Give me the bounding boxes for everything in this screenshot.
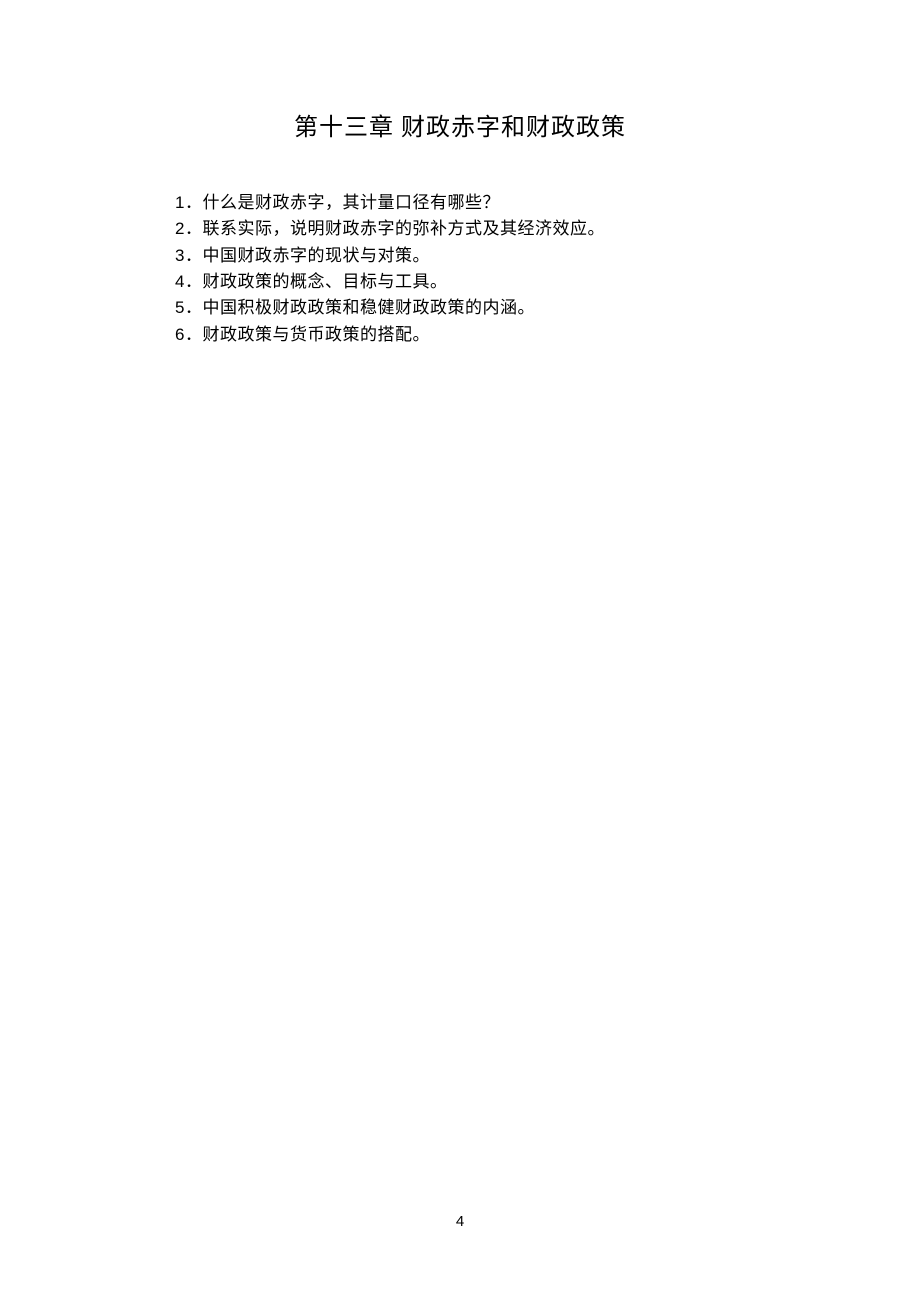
list-item: 1．什么是财政赤字，其计量口径有哪些？ (175, 190, 745, 216)
item-number: 4 (175, 272, 185, 291)
item-number: 3 (175, 246, 185, 265)
item-text: 财政政策的概念、目标与工具。 (202, 272, 447, 291)
item-separator: ． (185, 246, 203, 265)
list-item: 2．联系实际，说明财政赤字的弥补方式及其经济效应。 (175, 216, 745, 242)
list-item: 5．中国积极财政政策和稳健财政政策的内涵。 (175, 295, 745, 321)
item-number: 1 (175, 193, 185, 212)
item-text: 中国财政赤字的现状与对策。 (202, 246, 430, 265)
item-separator: ． (185, 219, 203, 238)
item-text: 财政政策与货币政策的搭配。 (202, 325, 430, 344)
question-list: 1．什么是财政赤字，其计量口径有哪些？ 2．联系实际，说明财政赤字的弥补方式及其… (175, 190, 745, 348)
item-separator: ． (185, 298, 203, 317)
list-item: 4．财政政策的概念、目标与工具。 (175, 269, 745, 295)
item-text: 中国积极财政政策和稳健财政政策的内涵。 (202, 298, 535, 317)
item-number: 6 (175, 325, 185, 344)
item-text: 什么是财政赤字，其计量口径有哪些？ (202, 193, 500, 212)
item-separator: ． (185, 272, 203, 291)
list-item: 6．财政政策与货币政策的搭配。 (175, 322, 745, 348)
item-text: 联系实际，说明财政赤字的弥补方式及其经济效应。 (202, 219, 605, 238)
item-separator: ． (185, 193, 203, 212)
chapter-title: 第十三章 财政赤字和财政政策 (175, 107, 745, 142)
item-number: 2 (175, 219, 185, 238)
document-page: 第十三章 财政赤字和财政政策 1．什么是财政赤字，其计量口径有哪些？ 2．联系实… (0, 0, 920, 348)
item-separator: ． (185, 325, 203, 344)
list-item: 3．中国财政赤字的现状与对策。 (175, 243, 745, 269)
page-number: 4 (0, 1213, 920, 1230)
item-number: 5 (175, 298, 185, 317)
